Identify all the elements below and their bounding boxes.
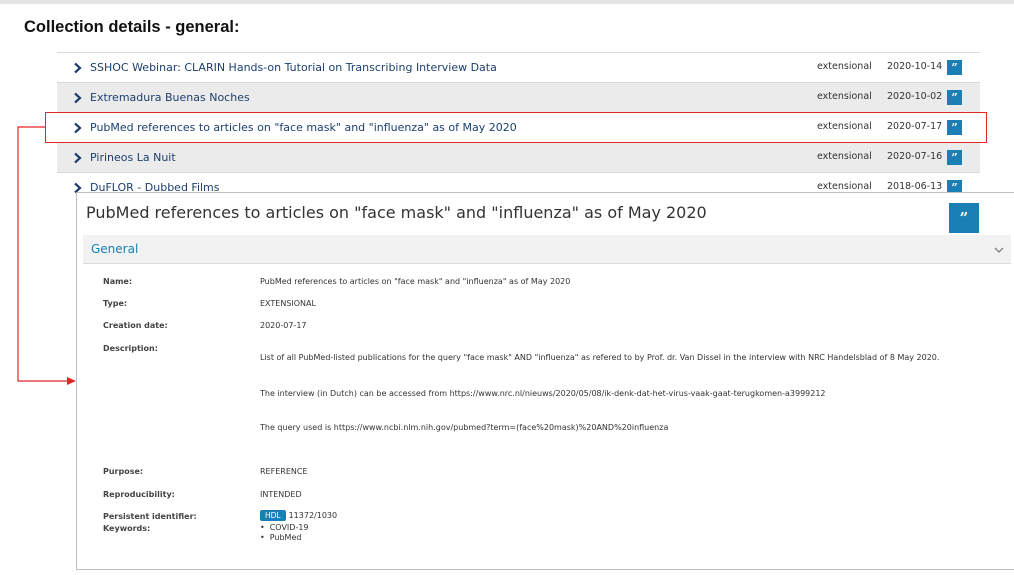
quote-icon[interactable]: ” — [947, 60, 962, 75]
collection-title-link[interactable]: Pirineos La Nuit — [90, 151, 176, 164]
persistent-identifier-label: Persistent identifier: — [103, 512, 197, 521]
creation-date-label: Creation date: — [103, 321, 168, 330]
handle-link[interactable]: 11372/1030 — [289, 511, 338, 520]
collection-row[interactable]: Extremadura Buenas Noches extensional 20… — [57, 82, 980, 112]
description-line: The interview (in Dutch) can be accessed… — [260, 389, 826, 398]
quote-icon[interactable]: ” — [949, 203, 979, 233]
description-line: List of all PubMed-listed publications f… — [260, 353, 940, 362]
detail-title: PubMed references to articles on "face m… — [86, 203, 707, 222]
quote-icon[interactable]: ” — [947, 150, 962, 165]
selected-row-highlight — [45, 112, 987, 143]
persistent-identifier-value: HDL 11372/1030 — [260, 510, 337, 521]
page-heading: Collection details - general: — [24, 18, 240, 36]
hdl-badge[interactable]: HDL — [260, 510, 286, 521]
keyword-item: COVID-19 — [260, 523, 309, 533]
description-line: The query used is https://www.ncbi.nlm.n… — [260, 423, 669, 432]
type-value: EXTENSIONAL — [260, 299, 316, 308]
collection-title-link[interactable]: SSHOC Webinar: CLARIN Hands-on Tutorial … — [90, 61, 497, 74]
chevron-right-icon[interactable] — [71, 61, 85, 75]
chevron-right-icon[interactable] — [71, 91, 85, 105]
purpose-value: REFERENCE — [260, 467, 308, 476]
purpose-label: Purpose: — [103, 467, 144, 476]
general-section-label[interactable]: General — [91, 242, 138, 256]
keyword-item: PubMed — [260, 533, 309, 543]
top-border — [0, 0, 1014, 4]
keywords-label: Keywords: — [103, 524, 151, 533]
collection-type: extensional — [817, 61, 872, 72]
reproducibility-label: Reproducibility: — [103, 490, 175, 499]
creation-date-value: 2020-07-17 — [260, 321, 307, 330]
collection-type: extensional — [817, 91, 872, 102]
keywords-list: COVID-19 PubMed — [260, 523, 309, 543]
name-value: PubMed references to articles on "face m… — [260, 277, 571, 286]
collection-date: 2020-07-16 — [887, 151, 943, 162]
name-label: Name: — [103, 277, 133, 286]
chevron-right-icon[interactable] — [71, 151, 85, 165]
quote-icon[interactable]: ” — [947, 90, 962, 105]
description-label: Description: — [103, 344, 158, 353]
collection-date: 2018-06-13 — [887, 181, 943, 192]
collection-row[interactable]: Pirineos La Nuit extensional 2020-07-16 … — [57, 142, 980, 172]
collection-row[interactable]: SSHOC Webinar: CLARIN Hands-on Tutorial … — [57, 52, 980, 82]
collection-date: 2020-10-02 — [887, 91, 943, 102]
chevron-down-icon[interactable] — [993, 241, 1005, 254]
collection-title-link[interactable]: Extremadura Buenas Noches — [90, 91, 250, 104]
collection-date: 2020-10-14 — [887, 61, 943, 72]
general-section-header[interactable]: General — [83, 235, 1011, 264]
collection-type: extensional — [817, 151, 872, 162]
collection-detail-panel: PubMed references to articles on "face m… — [76, 192, 1014, 570]
type-label: Type: — [103, 299, 128, 308]
collection-type: extensional — [817, 181, 872, 192]
reproducibility-value: INTENDED — [260, 490, 302, 499]
